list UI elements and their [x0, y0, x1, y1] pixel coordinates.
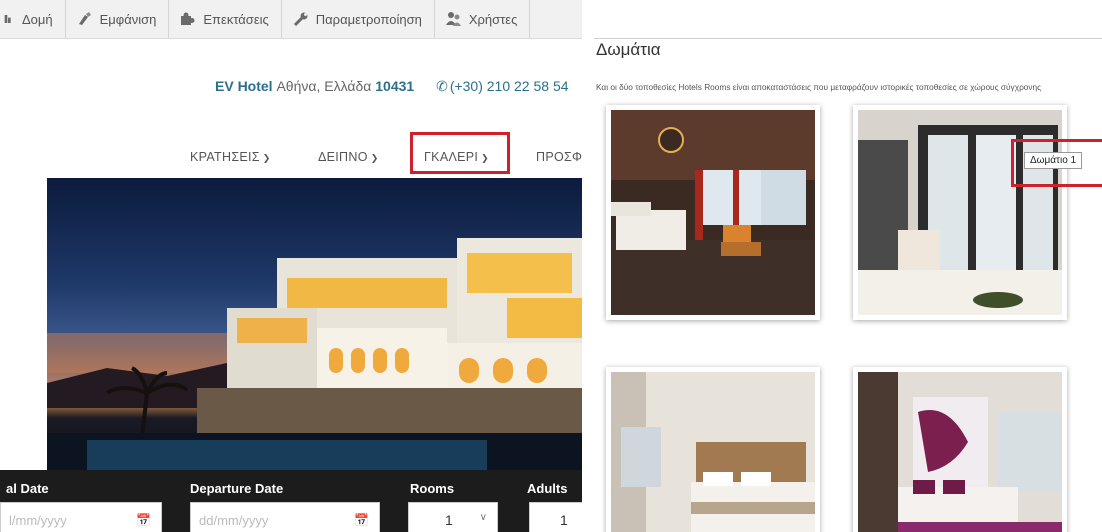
rooms-select[interactable]: 1 ∨	[408, 502, 498, 532]
departure-date-input[interactable]: dd/mm/yyyy 📅	[190, 502, 380, 532]
hotel-brand: EV Hotel	[215, 78, 273, 94]
nav-item-offers[interactable]: ΠΡΟΣΦ	[536, 150, 582, 164]
nav-item-dinner[interactable]: ΔΕΙΠΝΟ ❯	[318, 150, 379, 164]
hotel-zip: 10431	[375, 78, 415, 94]
admin-menu-configuration[interactable]: Παραμετροποίηση	[282, 0, 435, 38]
calendar-icon[interactable]: 📅	[354, 513, 369, 527]
admin-menu-structure[interactable]: Δομή	[0, 0, 66, 38]
nav-label: ΚΡΑΤΗΣΕΙΣ	[190, 150, 260, 164]
adults-select[interactable]: 1	[529, 502, 582, 532]
adults-label: Adults	[527, 481, 568, 496]
gallery-description: Και οι δύο τοποθεσίες Hotels Rooms είναι…	[596, 82, 1042, 92]
admin-menu-label: Επεκτάσεις	[203, 11, 269, 27]
admin-menu-extensions[interactable]: Επεκτάσεις	[169, 0, 282, 38]
users-icon	[445, 12, 461, 26]
arrival-date-input[interactable]: l/mm/yyyy 📅	[0, 502, 162, 532]
hotel-address: Αθήνα, Ελλάδα	[276, 78, 372, 94]
admin-menu-label: Παραμετροποίηση	[315, 11, 422, 27]
rooms-label: Rooms	[410, 481, 455, 496]
tooltip-highlight-annotation	[1011, 139, 1102, 187]
phone-icon: ✆	[436, 78, 448, 94]
chevron-down-icon: ❯	[262, 153, 271, 163]
extensions-puzzle-icon	[181, 12, 195, 25]
wrench-icon	[293, 12, 308, 27]
arrival-date-label: al Date	[6, 481, 49, 496]
room-photo	[858, 372, 1062, 532]
arrival-date-placeholder: l/mm/yyyy	[9, 513, 67, 528]
room-thumbnail-2[interactable]	[853, 105, 1067, 320]
room-thumbnail-4[interactable]	[853, 367, 1067, 532]
room-photo	[611, 372, 815, 532]
contact-line: EV Hotel Αθήνα, Ελλάδα 10431 ✆ (+30) 210 …	[215, 78, 569, 95]
gallery-rooms-panel: Δωμάτια Και οι δύο τοποθεσίες Hotels Roo…	[582, 0, 1102, 532]
adults-value: 1	[560, 512, 568, 528]
nav-label: ΔΕΙΠΝΟ	[318, 150, 368, 164]
admin-menu-label: Χρήστες	[468, 11, 518, 27]
departure-date-placeholder: dd/mm/yyyy	[199, 513, 269, 528]
admin-menu-label: Εμφάνιση	[99, 11, 157, 27]
room-thumbnail-1[interactable]	[606, 105, 820, 320]
section-divider	[594, 38, 1102, 39]
rooms-value: 1	[445, 512, 453, 528]
hero-hotel-image	[47, 178, 582, 478]
appearance-brush-icon	[78, 12, 91, 25]
admin-toolbar-overflow	[530, 0, 536, 38]
admin-toolbar: Δομή Εμφάνιση Επεκτάσεις Παραμετροποίηση	[0, 0, 582, 39]
hotel-night-illustration	[47, 238, 582, 478]
gallery-title: Δωμάτια	[596, 40, 661, 59]
calendar-icon[interactable]: 📅	[136, 513, 151, 527]
admin-menu-label: Δομή	[22, 11, 53, 27]
room-thumbnail-3[interactable]	[606, 367, 820, 532]
chevron-down-icon: ∨	[479, 512, 487, 523]
nav-label: ΠΡΟΣΦ	[536, 150, 582, 164]
hotel-site-panel: Δομή Εμφάνιση Επεκτάσεις Παραμετροποίηση	[0, 0, 582, 532]
chevron-down-icon: ❯	[370, 153, 379, 163]
departure-date-label: Departure Date	[190, 481, 284, 496]
admin-menu-users[interactable]: Χρήστες	[435, 0, 531, 38]
admin-menu-appearance[interactable]: Εμφάνιση	[66, 0, 170, 38]
nav-item-bookings[interactable]: ΚΡΑΤΗΣΕΙΣ ❯	[190, 150, 271, 164]
structure-icon	[4, 15, 11, 23]
room-photo	[611, 110, 815, 315]
hotel-phone[interactable]: (+30) 210 22 58 54	[450, 78, 569, 94]
gallery-highlight-annotation	[410, 132, 510, 174]
